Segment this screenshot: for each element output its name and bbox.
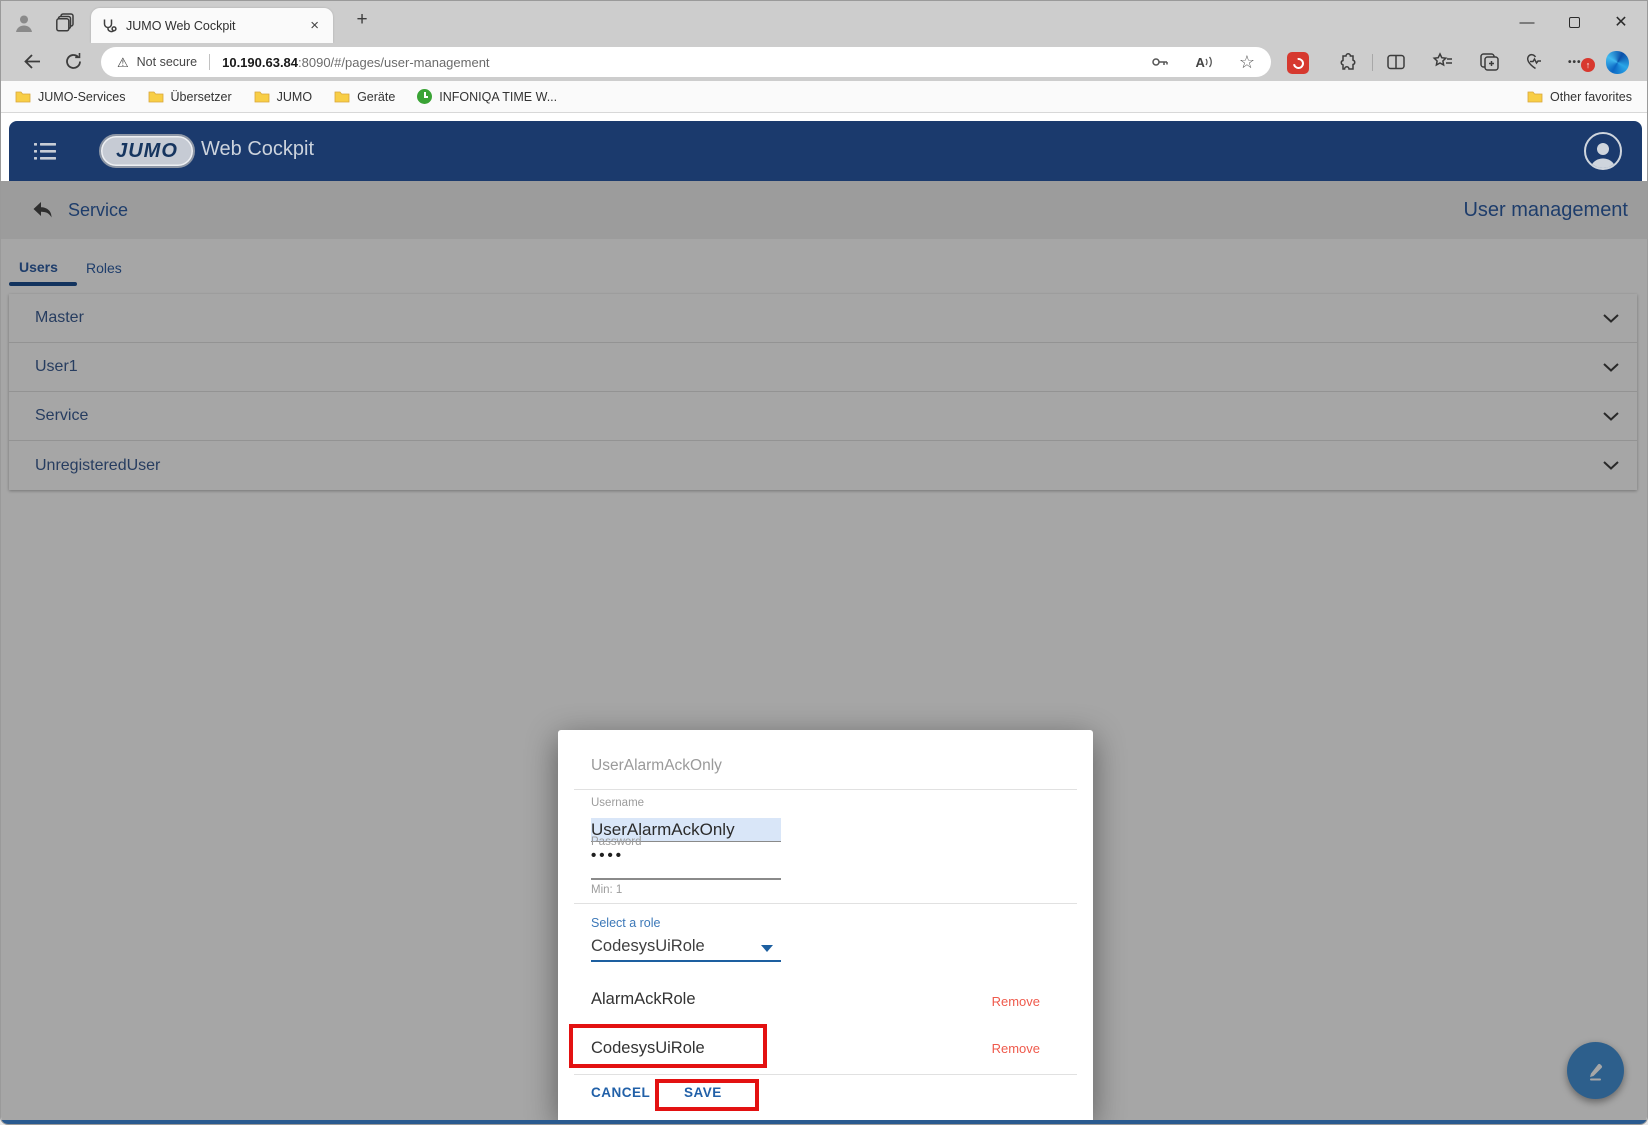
- bookmark-geraete[interactable]: Geräte: [334, 90, 395, 104]
- workspaces-icon[interactable]: [56, 12, 76, 32]
- annotation-box-save: [655, 1079, 759, 1111]
- copilot-icon[interactable]: [1606, 51, 1629, 74]
- password-key-icon[interactable]: [1151, 53, 1169, 71]
- remove-role-link[interactable]: Remove: [992, 1041, 1040, 1056]
- refresh-icon[interactable]: [64, 52, 83, 71]
- adblock-extension-icon[interactable]: [1287, 52, 1309, 74]
- window-minimize-button[interactable]: —: [1504, 1, 1550, 43]
- remove-role-link[interactable]: Remove: [992, 994, 1040, 1009]
- folder-icon: [334, 90, 350, 103]
- divider: [574, 789, 1077, 790]
- window-maximize-button[interactable]: [1551, 1, 1597, 43]
- browser-window: JUMO Web Cockpit × + — ✕ ⚠ Not secure 10…: [0, 0, 1648, 1125]
- password-input[interactable]: ••••: [591, 847, 741, 864]
- not-secure-warning-icon: ⚠: [117, 56, 129, 69]
- divider: [574, 903, 1077, 904]
- browser-tab[interactable]: JUMO Web Cockpit ×: [91, 8, 333, 43]
- tab-title: JUMO Web Cockpit: [126, 19, 306, 33]
- clock-icon: [417, 89, 432, 104]
- bookmark-uebersetzer[interactable]: Übersetzer: [148, 90, 232, 104]
- url-path: :8090/#/pages/user-management: [298, 55, 490, 70]
- app-header: JUMO Web Cockpit: [9, 121, 1642, 181]
- browser-profile-icon[interactable]: [12, 11, 36, 35]
- dropdown-caret-icon[interactable]: [761, 945, 773, 952]
- password-underline: [591, 878, 781, 880]
- favorite-star-icon[interactable]: ☆: [1239, 53, 1255, 71]
- security-status[interactable]: Not secure: [137, 55, 197, 69]
- divider: [574, 1074, 1077, 1075]
- bookmarks-bar: JUMO-Services Übersetzer JUMO Geräte INF…: [1, 81, 1647, 113]
- folder-icon: [1527, 90, 1543, 103]
- role-select-label: Select a role: [591, 916, 660, 930]
- new-tab-button[interactable]: +: [349, 9, 375, 31]
- password-hint: Min: 1: [591, 884, 622, 896]
- read-aloud-icon[interactable]: A: [1195, 55, 1212, 69]
- favicon-stethoscope-icon: [101, 18, 117, 34]
- window-close-button[interactable]: ✕: [1598, 1, 1644, 43]
- jumo-logo: JUMO: [99, 134, 195, 168]
- extensions-puzzle-icon[interactable]: [1337, 52, 1358, 73]
- bookmark-jumo-services[interactable]: JUMO-Services: [15, 90, 126, 104]
- tab-actions-icon[interactable]: [1479, 52, 1500, 72]
- url-host: 10.190.63.84: [222, 55, 298, 70]
- browser-titlebar: JUMO Web Cockpit × + — ✕: [1, 1, 1647, 43]
- collections-icon[interactable]: [1432, 52, 1454, 72]
- menu-list-icon[interactable]: [34, 143, 56, 160]
- toolbar-separator: [1372, 54, 1373, 71]
- other-favorites[interactable]: Other favorites: [1527, 90, 1632, 104]
- browser-essentials-icon[interactable]: [1525, 52, 1546, 71]
- role-select-underline: [591, 960, 781, 962]
- settings-more-icon[interactable]: ••• ↑: [1568, 52, 1594, 70]
- notification-badge: ↑: [1581, 58, 1595, 72]
- back-icon[interactable]: [23, 52, 42, 71]
- user-avatar-icon[interactable]: [1584, 132, 1622, 170]
- tab-close-icon[interactable]: ×: [306, 17, 323, 34]
- role-select-dropdown[interactable]: CodesysUiRole: [591, 937, 781, 956]
- dialog-title: UserAlarmAckOnly: [591, 757, 722, 775]
- web-page: JUMO Web Cockpit Service User management…: [1, 113, 1647, 1120]
- product-name: Web Cockpit: [201, 138, 314, 161]
- folder-icon: [254, 90, 270, 103]
- bookmark-jumo[interactable]: JUMO: [254, 90, 312, 104]
- address-bar[interactable]: ⚠ Not secure 10.190.63.84 :8090/#/pages/…: [101, 47, 1271, 77]
- cancel-button[interactable]: CANCEL: [591, 1085, 650, 1100]
- address-separator: [209, 54, 210, 70]
- browser-toolbar: ⚠ Not secure 10.190.63.84 :8090/#/pages/…: [1, 43, 1647, 81]
- folder-icon: [15, 90, 31, 103]
- bookmark-infoniqa[interactable]: INFONIQA TIME W...: [417, 89, 557, 104]
- username-label: Username: [591, 797, 644, 809]
- assigned-role-alarmackrole: AlarmAckRole: [591, 990, 696, 1009]
- split-screen-icon[interactable]: [1386, 52, 1406, 72]
- annotation-box-codesysuirole: [569, 1024, 767, 1068]
- folder-icon: [148, 90, 164, 103]
